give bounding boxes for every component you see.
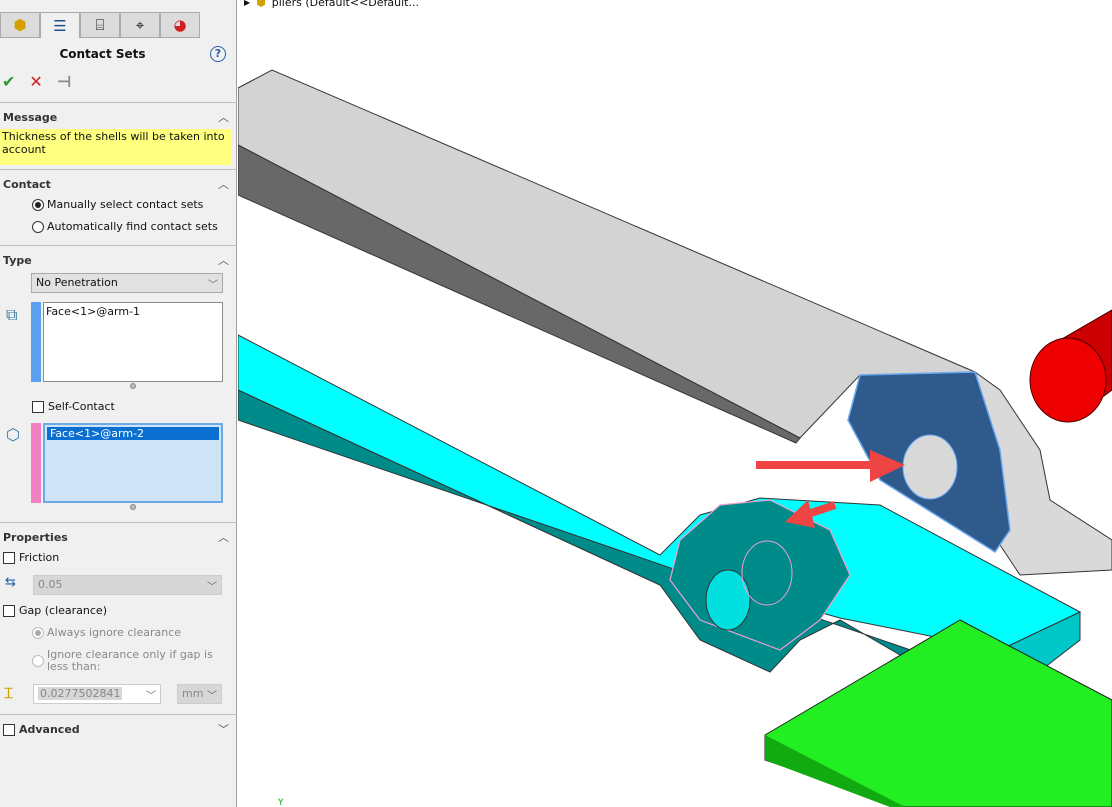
message-header: Message [3, 111, 58, 124]
property-manager-tab[interactable]: ☰ [40, 12, 80, 38]
clearance-value-field[interactable]: 0.0277502841 ﹀ [33, 684, 161, 704]
list-item[interactable]: Face<1>@arm-1 [46, 305, 220, 318]
collapse-icon[interactable]: ︿ [218, 176, 229, 192]
graphics-viewport[interactable]: Y [238, 0, 1112, 807]
ok-button[interactable]: ✔ [2, 72, 15, 91]
contact-type-select[interactable]: No Penetration ﹀ [31, 273, 223, 293]
panel-title: Contact Sets [59, 47, 146, 61]
panel-tabs: ⬢ ☰ ⌸ ⌖ ◕ [0, 12, 200, 38]
properties-section: Properties ︿ [0, 522, 237, 544]
set2-selection-list[interactable]: Face<1>@arm-2 [43, 423, 223, 503]
face-set2-icon: ⬡ [6, 425, 20, 444]
help-icon[interactable]: ? [210, 46, 226, 62]
configuration-manager-tab[interactable]: ⌸ [80, 12, 120, 38]
contact-header: Contact [3, 178, 51, 191]
property-manager-panel: ⬢ ☰ ⌸ ⌖ ◕ Contact Sets ? ✔ ✕ ⊣ Message ︿… [0, 0, 237, 807]
clearance-icon: ⌶ [4, 684, 14, 702]
gap-checkbox[interactable]: Gap (clearance) [3, 604, 107, 617]
contact-section: Contact ︿ [0, 169, 237, 191]
dim-xpert-icon: ⌖ [135, 16, 145, 34]
pin-button[interactable]: ⊣ [57, 72, 72, 91]
collapse-icon[interactable]: ︿ [218, 252, 229, 268]
dimxpert-tab[interactable]: ⌖ [120, 12, 160, 38]
property-manager-icon: ☰ [53, 16, 67, 35]
message-text: Thickness of the shells will be taken in… [0, 129, 232, 165]
list-item[interactable]: Face<1>@arm-2 [47, 427, 219, 440]
self-contact-checkbox[interactable]: Self-Contact [32, 400, 115, 413]
cancel-button[interactable]: ✕ [29, 72, 42, 91]
pin-hole-arm-2 [705, 569, 751, 631]
pin-hole-arm-1 [902, 434, 958, 500]
resize-handle[interactable] [130, 383, 136, 389]
display-manager-tab[interactable]: ◕ [160, 12, 200, 38]
collapse-icon[interactable]: ︿ [218, 529, 229, 545]
friction-icon: ⇆ [5, 575, 16, 590]
chevron-down-icon: ﹀ [207, 582, 217, 593]
unit-select[interactable]: mm ﹀ [177, 684, 222, 704]
chevron-down-icon: ﹀ [208, 280, 218, 291]
face-set1-icon: ⧉ [6, 305, 18, 324]
advanced-checkbox[interactable]: Advanced [3, 723, 80, 736]
red-pin-head[interactable] [1029, 337, 1107, 423]
friction-value-field[interactable]: 0.05 ﹀ [33, 575, 222, 595]
chevron-down-icon: ﹀ [207, 691, 217, 702]
properties-header: Properties [3, 531, 68, 544]
manual-contact-radio[interactable]: Manually select contact sets [32, 198, 203, 211]
display-manager-icon: ◕ [173, 16, 187, 34]
type-header: Type [3, 254, 32, 267]
feature-manager-tab[interactable]: ⬢ [0, 12, 40, 38]
message-section: Message ︿ [0, 102, 237, 124]
part-icon: ⬢ [13, 16, 27, 34]
configuration-manager-icon: ⌸ [95, 16, 105, 34]
chevron-down-icon: ﹀ [146, 691, 156, 702]
auto-contact-radio[interactable]: Automatically find contact sets [32, 220, 218, 233]
type-section: Type ︿ [0, 245, 237, 267]
resize-handle[interactable] [130, 504, 136, 510]
set1-color-strip [31, 302, 41, 382]
axis-y-label: Y [277, 798, 284, 807]
expand-icon[interactable]: ﹀ [218, 721, 229, 737]
advanced-section: Advanced ﹀ [0, 714, 237, 744]
set1-selection-list[interactable]: Face<1>@arm-1 [43, 302, 223, 382]
friction-checkbox[interactable]: Friction [3, 551, 59, 564]
set2-color-strip [31, 423, 41, 503]
always-ignore-clearance-radio[interactable]: Always ignore clearance [32, 626, 181, 639]
collapse-icon[interactable]: ︿ [218, 109, 229, 125]
ignore-clearance-if-less-radio[interactable]: Ignore clearance only if gap is less tha… [32, 649, 227, 673]
